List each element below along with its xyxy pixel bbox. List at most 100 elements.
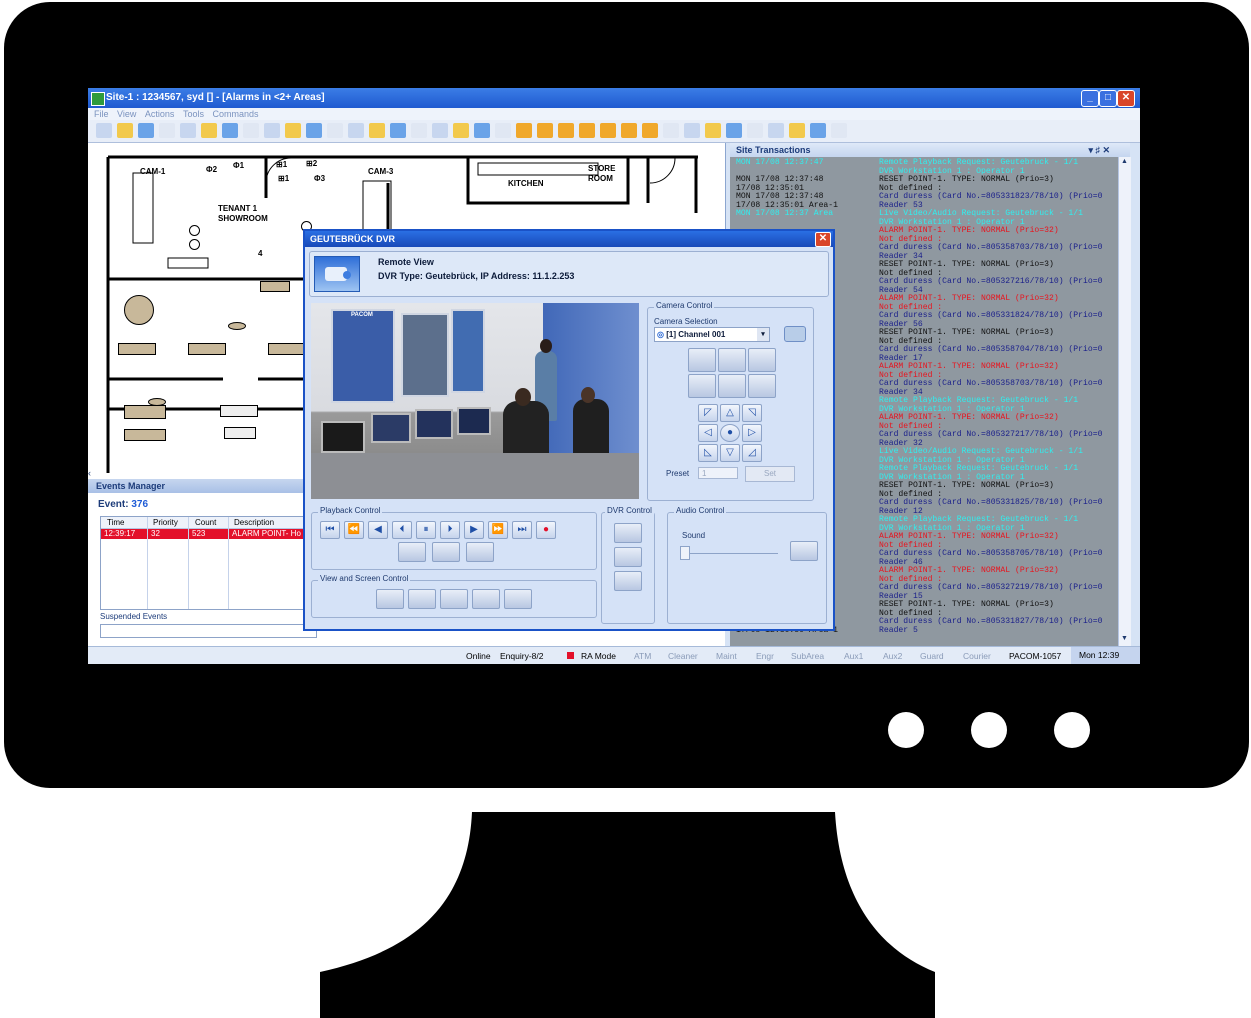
toolbar-button[interactable] xyxy=(264,123,280,138)
toolbar-button[interactable] xyxy=(495,123,511,138)
live-video-view[interactable]: PACOM xyxy=(311,303,639,499)
zoom-tele-button[interactable] xyxy=(688,374,716,398)
toolbar-button[interactable] xyxy=(201,123,217,138)
preset-select[interactable]: 1 xyxy=(698,467,738,479)
reader-marker-1[interactable]: ⊞1 xyxy=(276,160,287,169)
menu-commands[interactable]: Commands xyxy=(212,109,258,119)
focus-far-button[interactable] xyxy=(748,374,776,398)
fast-forward-icon[interactable]: ⏩ xyxy=(488,521,508,539)
scroll-left-icon[interactable]: ‹ xyxy=(88,468,98,478)
fast-rewind-icon[interactable]: ⏪ xyxy=(344,521,364,539)
pan-left-button[interactable]: ◁ xyxy=(698,424,718,442)
reader-marker-2[interactable]: ⊞2 xyxy=(306,159,317,168)
pan-down-left-button[interactable]: ◺ xyxy=(698,444,718,462)
menu-actions[interactable]: Actions xyxy=(145,109,175,119)
preset-set-button[interactable]: Set xyxy=(745,466,795,482)
toolbar-button[interactable] xyxy=(474,123,490,138)
ptz-home-button[interactable]: ● xyxy=(720,424,740,442)
toolbar-button[interactable] xyxy=(558,123,574,138)
reader-marker-1b[interactable]: ⊞1 xyxy=(278,174,289,183)
toolbar-button[interactable] xyxy=(705,123,721,138)
rewind-icon[interactable]: ◀ xyxy=(368,521,388,539)
toolbar-button[interactable] xyxy=(453,123,469,138)
toolbar-button[interactable] xyxy=(327,123,343,138)
toolbar-button[interactable] xyxy=(516,123,532,138)
toolbar-button[interactable] xyxy=(369,123,385,138)
toolbar-button[interactable] xyxy=(831,123,847,138)
toolbar-button[interactable] xyxy=(180,123,196,138)
pan-up-left-button[interactable]: ◸ xyxy=(698,404,718,422)
toolbar-button[interactable] xyxy=(96,123,112,138)
toolbar-button[interactable] xyxy=(138,123,154,138)
dvr-close-button[interactable]: ✕ xyxy=(815,232,831,247)
toolbar-button[interactable] xyxy=(306,123,322,138)
reader-marker-4[interactable]: 4 xyxy=(258,249,262,258)
focus-near-button[interactable] xyxy=(748,348,776,372)
iris-close-button[interactable] xyxy=(718,374,746,398)
toolbar-button[interactable] xyxy=(285,123,301,138)
dvr-menu-button[interactable] xyxy=(614,547,642,567)
toolbar-button[interactable] xyxy=(348,123,364,138)
dvr-list-button[interactable] xyxy=(614,523,642,543)
toolbar-button[interactable] xyxy=(726,123,742,138)
panel-pin-icon[interactable]: ▾ ♯ ✕ xyxy=(1088,143,1110,157)
skip-end-icon[interactable]: ⏭ xyxy=(512,521,532,539)
single-view-button[interactable] xyxy=(376,589,404,609)
toolbar-button[interactable] xyxy=(117,123,133,138)
transactions-scrollbar[interactable]: ▲ ▼ xyxy=(1118,157,1131,646)
step-forward-icon[interactable]: ⏵ xyxy=(440,521,460,539)
toolbar-button[interactable] xyxy=(747,123,763,138)
point-marker-2[interactable]: Φ2 xyxy=(206,165,217,174)
save-folder-button[interactable] xyxy=(466,542,494,562)
menu-file[interactable]: File xyxy=(94,109,109,119)
toolbar-button[interactable] xyxy=(159,123,175,138)
camera-select[interactable]: ◎ [1] Channel 001 ▾ xyxy=(654,327,770,342)
open-folder-button[interactable] xyxy=(432,542,460,562)
scroll-up-icon[interactable]: ▲ xyxy=(1120,158,1129,167)
dvr-monitor-button[interactable] xyxy=(614,571,642,591)
sound-slider[interactable] xyxy=(682,553,778,554)
play-icon[interactable]: ▶ xyxy=(464,521,484,539)
sound-slider-thumb[interactable] xyxy=(680,546,690,560)
toolbar-button[interactable] xyxy=(789,123,805,138)
record-icon[interactable]: ● xyxy=(536,521,556,539)
maximize-button[interactable]: □ xyxy=(1099,90,1117,107)
pan-up-right-button[interactable]: ◹ xyxy=(742,404,762,422)
scroll-down-icon[interactable]: ▼ xyxy=(1120,635,1129,644)
step-back-icon[interactable]: ⏴ xyxy=(392,521,412,539)
quad-view-button[interactable] xyxy=(440,589,468,609)
skip-start-icon[interactable]: ⏮ xyxy=(320,521,340,539)
chevron-down-icon[interactable]: ▾ xyxy=(757,328,769,341)
toolbar-button[interactable] xyxy=(768,123,784,138)
iris-open-button[interactable] xyxy=(718,348,746,372)
toolbar-button[interactable] xyxy=(810,123,826,138)
tilt-up-button[interactable]: △ xyxy=(720,404,740,422)
toolbar-button[interactable] xyxy=(537,123,553,138)
point-marker-3[interactable]: Φ3 xyxy=(314,174,325,183)
export-clip-button[interactable] xyxy=(398,542,426,562)
close-button[interactable]: ✕ xyxy=(1117,90,1135,107)
pause-icon[interactable]: ⏸ xyxy=(416,521,436,539)
minimize-button[interactable]: _ xyxy=(1081,90,1099,107)
cam-1-label[interactable]: CAM-1 xyxy=(140,167,165,176)
pan-right-button[interactable]: ▷ xyxy=(742,424,762,442)
toolbar-button[interactable] xyxy=(642,123,658,138)
toolbar-button[interactable] xyxy=(663,123,679,138)
toolbar-button[interactable] xyxy=(432,123,448,138)
toolbar-button[interactable] xyxy=(390,123,406,138)
cam-3-label[interactable]: CAM-3 xyxy=(368,167,393,176)
camera-connect-icon[interactable] xyxy=(784,326,806,342)
toolbar-button[interactable] xyxy=(579,123,595,138)
pan-down-right-button[interactable]: ◿ xyxy=(742,444,762,462)
toolbar-button[interactable] xyxy=(411,123,427,138)
cascade-view-button[interactable] xyxy=(472,589,500,609)
snapshot-button[interactable] xyxy=(504,589,532,609)
point-marker-1[interactable]: Φ1 xyxy=(233,161,244,170)
menu-view[interactable]: View xyxy=(117,109,136,119)
toolbar-button[interactable] xyxy=(621,123,637,138)
suspended-events-list[interactable] xyxy=(100,624,317,638)
tilt-down-button[interactable]: ▽ xyxy=(720,444,740,462)
full-screen-button[interactable] xyxy=(408,589,436,609)
toolbar-button[interactable] xyxy=(600,123,616,138)
table-row[interactable]: 12:39:17 32 523 ALARM POINT- Ho xyxy=(101,529,311,539)
